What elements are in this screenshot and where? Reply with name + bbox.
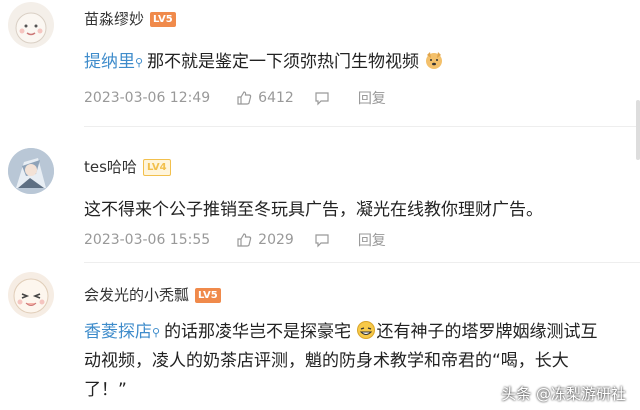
- username[interactable]: 苗淼缪妙 LV5: [84, 8, 176, 29]
- search-icon: ⚲: [135, 56, 144, 69]
- level-badge: LV4: [142, 159, 171, 176]
- mention-link[interactable]: 提纳里⚲: [84, 52, 147, 72]
- like-button[interactable]: 2029: [236, 232, 294, 248]
- timestamp: 2023-03-06 15:55: [84, 232, 211, 248]
- watermark: 头条 @冻梨游研社: [501, 385, 626, 403]
- comment-text: 提纳里⚲ 那不就是鉴定一下须弥热门生物视频: [84, 48, 604, 77]
- comment-icon: [315, 92, 329, 106]
- timestamp: 2023-03-06 12:49: [84, 90, 211, 106]
- grin-emoji-icon: [351, 321, 376, 342]
- level-badge: LV5: [195, 288, 221, 303]
- comment-icon: [315, 234, 329, 248]
- username[interactable]: tes哈哈 LV4: [84, 156, 171, 177]
- reply-button[interactable]: 回复: [358, 88, 386, 108]
- level-badge: LV5: [150, 12, 176, 27]
- avatar[interactable]: [8, 272, 54, 318]
- divider: [84, 262, 640, 263]
- comment-text: 这不得来个公子推销至冬玩具广告，凝光在线教你理财广告。: [84, 200, 543, 220]
- like-count: 6412: [258, 90, 294, 106]
- reply-button[interactable]: 回复: [358, 230, 386, 250]
- thumbs-up-icon: [237, 91, 252, 105]
- dog-emoji-icon: [419, 52, 444, 72]
- comment-meta: 2023-03-06 12:49 6412 回复: [84, 88, 386, 108]
- thumbs-up-icon: [237, 233, 252, 247]
- comment-button[interactable]: [314, 90, 336, 106]
- avatar[interactable]: [8, 2, 54, 48]
- like-button[interactable]: 6412: [236, 90, 294, 106]
- username[interactable]: 会发光的小秃瓢 LV5: [84, 284, 221, 305]
- like-count: 2029: [258, 232, 294, 248]
- comment-meta: 2023-03-06 15:55 2029 回复: [84, 230, 386, 250]
- search-icon: ⚲: [152, 326, 161, 339]
- comment-button[interactable]: [314, 232, 336, 248]
- scrollbar[interactable]: [636, 100, 640, 160]
- avatar[interactable]: [8, 148, 54, 194]
- mention-link[interactable]: 香菱探店⚲: [84, 322, 164, 342]
- divider: [84, 126, 640, 127]
